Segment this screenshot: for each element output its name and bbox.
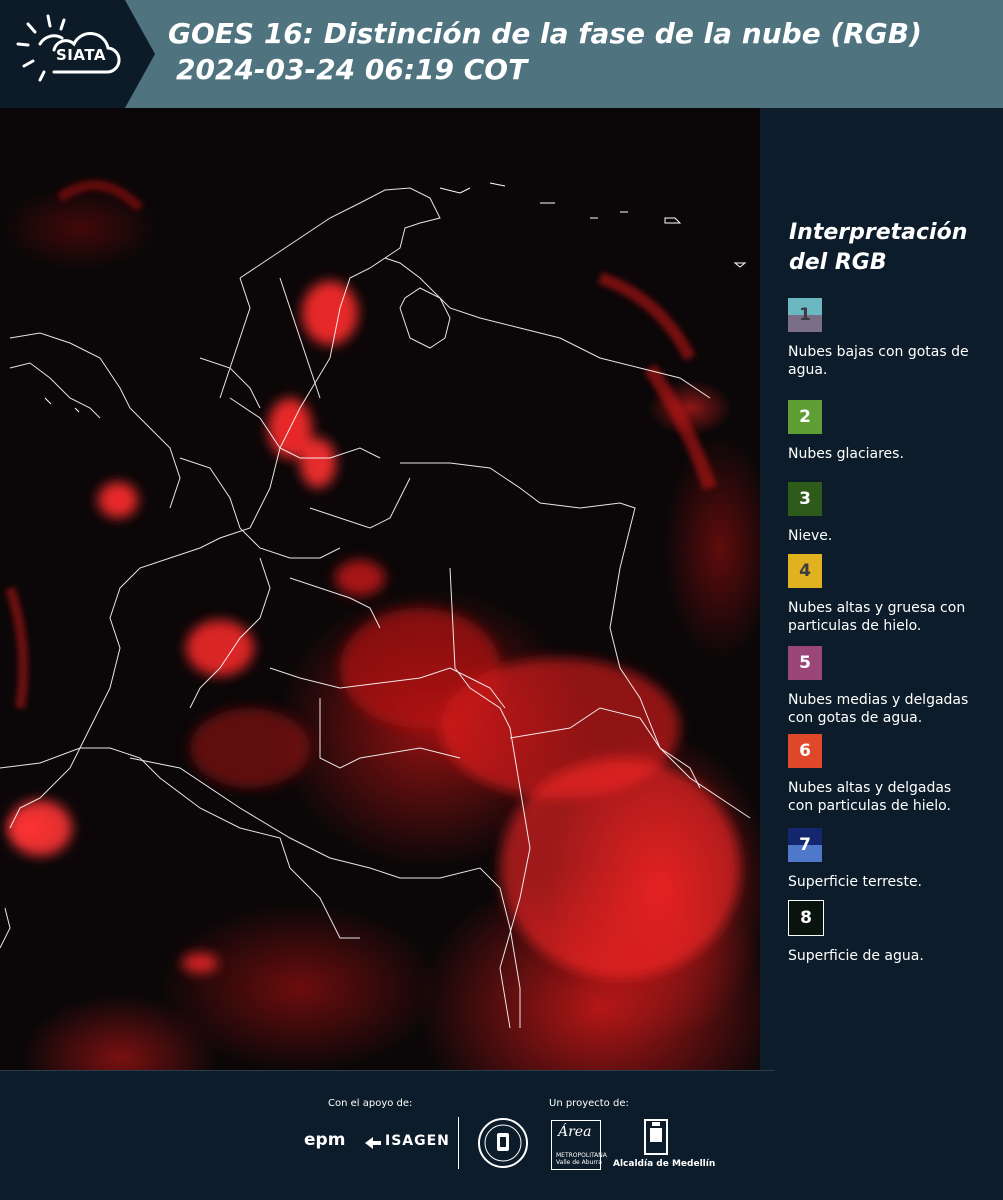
footer-divider bbox=[0, 1070, 775, 1071]
legend-item-8: 8 Superficie de agua. bbox=[788, 900, 998, 965]
footer-vertical-divider bbox=[458, 1117, 459, 1169]
legend-number: 1 bbox=[799, 305, 811, 325]
legend-number: 7 bbox=[799, 835, 811, 855]
legend-title-line1: Interpretación bbox=[789, 220, 968, 245]
siata-logo[interactable]: SIATA bbox=[0, 0, 155, 108]
project-label: Un proyecto de: bbox=[549, 1098, 629, 1109]
legend-swatch-5: 5 bbox=[788, 646, 822, 680]
medellin-shield-icon bbox=[644, 1119, 668, 1155]
seal-icon[interactable] bbox=[477, 1117, 529, 1169]
area-script-text: Área bbox=[558, 1124, 592, 1140]
legend-swatch-6: 6 bbox=[788, 734, 822, 768]
page-title: GOES 16: Distinción de la fase de la nub… bbox=[168, 16, 922, 88]
area-text-line1: METROPOLITANA bbox=[556, 1152, 607, 1159]
legend-label: Nubes medias y delgadas con gotas de agu… bbox=[788, 692, 969, 726]
title-timestamp: 2024-03-24 06:19 COT bbox=[176, 53, 528, 86]
legend-label: Superficie terreste. bbox=[788, 874, 923, 890]
legend-item-3: 3 Nieve. bbox=[788, 482, 998, 545]
legend-item-4: 4 Nubes altas y gruesa con particulas de … bbox=[788, 554, 998, 635]
legend-swatch-2: 2 bbox=[788, 400, 822, 434]
legend-label: Nubes altas y delgadas con particulas de… bbox=[788, 780, 952, 814]
legend-label: Nubes glaciares. bbox=[788, 446, 904, 462]
support-label: Con el apoyo de: bbox=[328, 1098, 413, 1109]
legend-item-2: 2 Nubes glaciares. bbox=[788, 400, 998, 463]
isagen-logo[interactable]: ISAGEN bbox=[385, 1133, 450, 1149]
legend-number: 5 bbox=[799, 653, 811, 673]
title-product: GOES 16: Distinción de la fase de la nub… bbox=[168, 17, 922, 50]
legend-number: 4 bbox=[799, 561, 811, 581]
isagen-icon bbox=[365, 1137, 381, 1149]
boundary-overlay bbox=[0, 180, 751, 1029]
legend-item-1: 1 Nubes bajas con gotas de agua. bbox=[788, 298, 998, 379]
area-metropolitana-text: METROPOLITANA Valle de Aburrá bbox=[556, 1152, 607, 1166]
legend-title-line2: del RGB bbox=[789, 250, 887, 275]
legend-swatch-1: 1 bbox=[788, 298, 822, 332]
legend-panel: Interpretación del RGB 1 Nubes bajas con … bbox=[760, 108, 1003, 1070]
legend-swatch-3: 3 bbox=[788, 482, 822, 516]
legend-title: Interpretación del RGB bbox=[789, 218, 989, 278]
legend-item-7: 7 Superficie terreste. bbox=[788, 828, 998, 891]
legend-item-5: 5 Nubes medias y delgadas con gotas de ag… bbox=[788, 646, 998, 727]
epm-logo[interactable]: epm bbox=[304, 1130, 345, 1150]
header: SIATA GOES 16: Distinción de la fase de … bbox=[0, 0, 1003, 108]
legend-swatch-7: 7 bbox=[788, 828, 822, 862]
legend-number: 2 bbox=[799, 407, 811, 427]
area-text-line2: Valle de Aburrá bbox=[556, 1159, 602, 1166]
legend-item-6: 6 Nubes altas y delgadas con particulas d… bbox=[788, 734, 998, 815]
alcaldia-medellin-logo[interactable]: Alcaldía de Medellín bbox=[613, 1159, 715, 1169]
legend-label: Nieve. bbox=[788, 528, 833, 544]
legend-label: Nubes bajas con gotas de agua. bbox=[788, 344, 969, 378]
legend-label: Nubes altas y gruesa con particulas de h… bbox=[788, 600, 966, 634]
legend-swatch-4: 4 bbox=[788, 554, 822, 588]
satellite-map[interactable] bbox=[0, 108, 760, 1070]
siata-logo-text: SIATA bbox=[56, 46, 107, 64]
legend-swatch-8: 8 bbox=[788, 900, 824, 936]
legend-number: 8 bbox=[800, 908, 812, 928]
legend-number: 3 bbox=[799, 489, 811, 509]
legend-label: Superficie de agua. bbox=[788, 948, 924, 964]
legend-number: 6 bbox=[799, 741, 811, 761]
